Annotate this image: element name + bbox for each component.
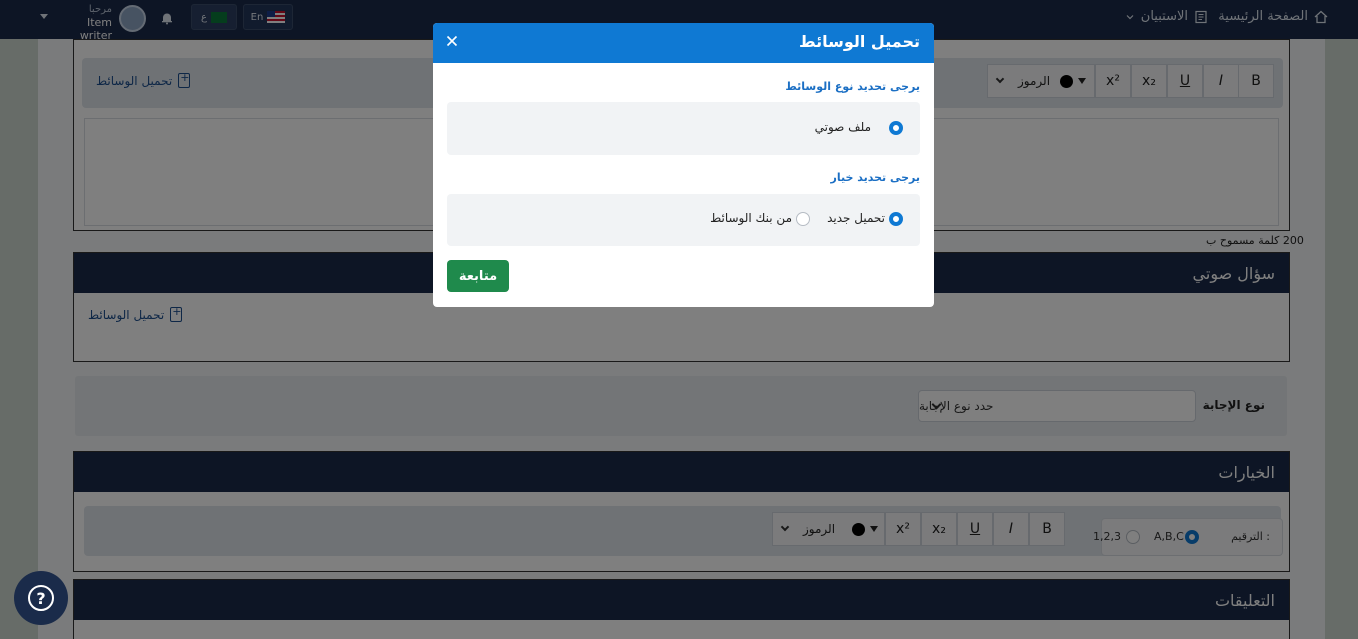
help-button[interactable]: ? <box>14 571 68 625</box>
media-bank-label: من بنك الوسائط <box>710 211 792 225</box>
modal-header: تحميل الوسائط <box>433 23 934 63</box>
new-upload-label: تحميل جديد <box>827 211 885 225</box>
close-icon[interactable] <box>445 34 459 50</box>
help-icon: ? <box>28 585 54 611</box>
continue-button[interactable]: متابعة <box>447 260 509 292</box>
media-bank-radio[interactable] <box>796 212 810 226</box>
modal-title: تحميل الوسائط <box>798 32 920 51</box>
new-upload-radio[interactable] <box>889 212 903 226</box>
audio-file-radio[interactable] <box>889 121 903 135</box>
choice-box: تحميل جديد من بنك الوسائط <box>447 194 920 246</box>
media-type-box: ملف صوتي <box>447 102 920 155</box>
media-type-prompt: يرجى تحديد نوع الوسائط <box>785 80 920 93</box>
audio-file-label: ملف صوتي <box>814 120 871 134</box>
upload-media-modal: تحميل الوسائط يرجى تحديد نوع الوسائط ملف… <box>433 23 934 307</box>
choice-prompt: يرجى تحديد خيار <box>830 171 920 184</box>
